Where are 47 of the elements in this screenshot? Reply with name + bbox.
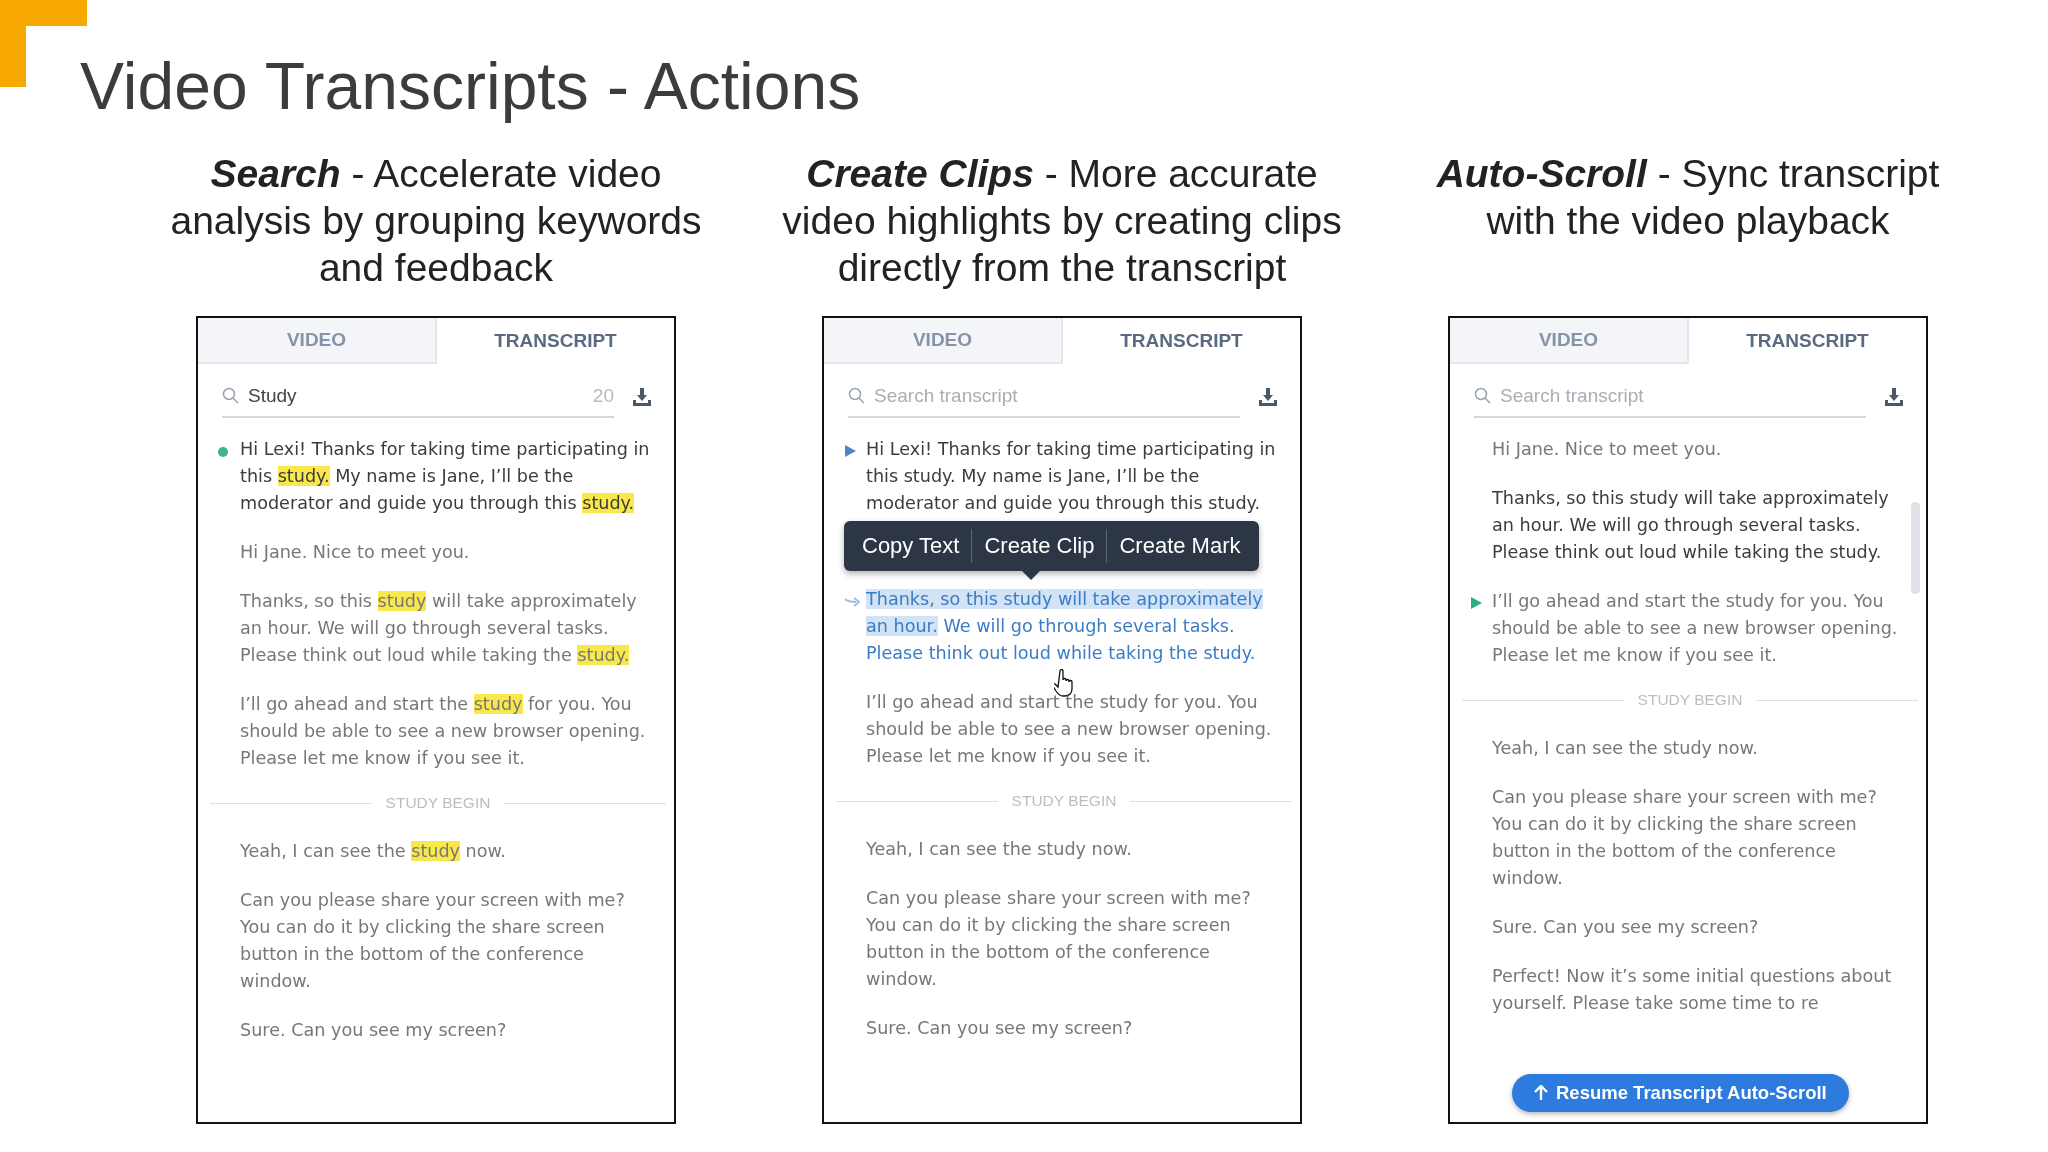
section-divider-label: STUDY BEGIN bbox=[1010, 792, 1118, 810]
feature-caption: Auto-Scroll - Sync transcript with the video playback bbox=[1435, 151, 1941, 244]
section-divider-label: STUDY BEGIN bbox=[384, 794, 492, 812]
menu-item[interactable]: Copy Text bbox=[850, 529, 973, 563]
slide-title: Video Transcripts - Actions bbox=[80, 48, 861, 125]
scrollbar[interactable] bbox=[1911, 502, 1920, 594]
search-icon bbox=[848, 387, 866, 405]
transcript-text[interactable]: Hi Lexi! Thanks for taking time participating in this study. My name is Jane, I’ll be the moderator and guide you through this study. bbox=[240, 436, 658, 517]
transcript-text[interactable]: Yeah, I can see the study now. bbox=[240, 838, 658, 865]
search-icon bbox=[1474, 387, 1492, 405]
play-icon[interactable] bbox=[1470, 597, 1482, 609]
resume-auto-scroll-button[interactable]: Resume Transcript Auto-Scroll bbox=[1512, 1074, 1849, 1112]
transcript-text[interactable]: Hi Lexi! Thanks for taking time participating in this study. My name is Jane, I’ll be the moderator and guide you through this study. bbox=[866, 436, 1284, 517]
search-field[interactable]: Search transcript bbox=[1500, 385, 1866, 407]
transcript-text[interactable]: Hi Jane. Nice to meet you. bbox=[240, 539, 658, 566]
transcript-text[interactable]: Perfect! Now it’s some initial questions about yourself. Please take some time to re bbox=[1492, 963, 1910, 1017]
transcript-text[interactable]: Sure. Can you see my screen? bbox=[866, 1015, 1284, 1042]
search-field[interactable]: Study bbox=[248, 385, 585, 407]
search-icon bbox=[222, 387, 240, 405]
section-divider-label: STUDY BEGIN bbox=[1636, 691, 1744, 709]
transcript-text[interactable]: Yeah, I can see the study now. bbox=[1492, 735, 1910, 762]
tab[interactable]: VIDEO bbox=[198, 318, 437, 364]
transcript-text[interactable]: Sure. Can you see my screen? bbox=[240, 1017, 658, 1044]
transcript-text[interactable]: Thanks, so this study will take approximately an hour. We will go through several tasks. Please think out loud while taking the study. bbox=[240, 588, 658, 669]
menu-item[interactable]: Create Mark bbox=[1107, 529, 1253, 563]
transcript-text[interactable]: Sure. Can you see my screen? bbox=[1492, 914, 1910, 941]
arrow-up-icon bbox=[1534, 1085, 1548, 1101]
feature-caption: Create Clips - More accurate video highlights by creating clips directly from the transcript bbox=[782, 151, 1342, 291]
transcript-text[interactable]: Can you please share your screen with me? You can do it by clicking the share screen button in the bottom of the conference window. bbox=[866, 885, 1284, 993]
play-icon[interactable] bbox=[844, 445, 856, 457]
transcript-text[interactable]: I’ll go ahead and start the study for you. You should be able to see a new browser opening. Please let me know if you see it. bbox=[1492, 588, 1910, 669]
menu-item[interactable]: Create Clip bbox=[972, 529, 1108, 563]
transcript-text[interactable]: I’ll go ahead and start the study for you. You should be able to see a new browser opening. Please let me know if you see it. bbox=[866, 689, 1284, 770]
transcript-text[interactable]: I’ll go ahead and start the study for you. You should be able to see a new browser opening. Please let me know if you see it. bbox=[240, 691, 658, 772]
feature-caption: Search - Accelerate video analysis by grouping keywords and feedback bbox=[169, 151, 703, 291]
transcript-text[interactable]: Yeah, I can see the study now. bbox=[866, 836, 1284, 863]
transcript-text[interactable]: Can you please share your screen with me? You can do it by clicking the share screen button in the bottom of the conference window. bbox=[240, 887, 658, 995]
download-icon[interactable] bbox=[1258, 387, 1278, 407]
transcript-text[interactable]: Thanks, so this study will take approximately an hour. We will go through several tasks. Please think out loud while taking the study. bbox=[1492, 485, 1910, 566]
match-count: 20 bbox=[592, 385, 614, 407]
download-icon[interactable] bbox=[1884, 387, 1904, 407]
tab[interactable]: VIDEO bbox=[1450, 318, 1689, 364]
transcript-text[interactable]: Can you please share your screen with me? You can do it by clicking the share screen button in the bottom of the conference window. bbox=[1492, 784, 1910, 892]
tab[interactable]: VIDEO bbox=[824, 318, 1063, 364]
download-icon[interactable] bbox=[632, 387, 652, 407]
transcript-text[interactable]: Hi Jane. Nice to meet you. bbox=[1492, 436, 1910, 463]
search-field[interactable]: Search transcript bbox=[874, 385, 1240, 407]
